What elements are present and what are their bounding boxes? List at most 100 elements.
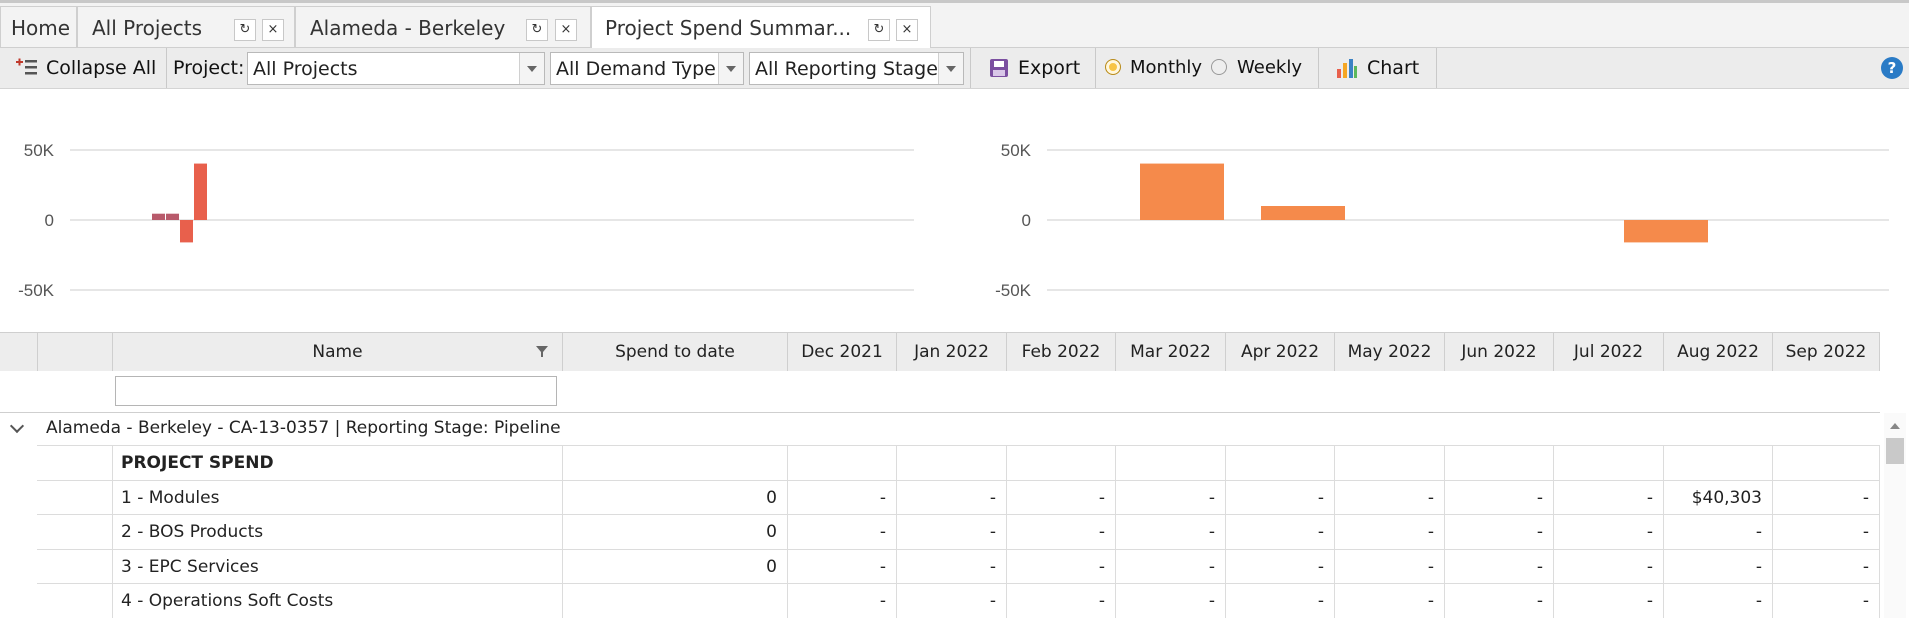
row-month-cell: - [1335,549,1445,584]
header-aug-2022[interactable]: Aug 2022 [1664,333,1773,371]
close-icon[interactable]: × [896,19,918,41]
header-jul-2022[interactable]: Jul 2022 [1554,333,1664,371]
chart-label: Chart [1367,57,1420,79]
weekly-radio[interactable] [1211,59,1227,75]
header-name[interactable]: Name [113,333,563,371]
row-month-cell: - [1664,515,1773,549]
tab-label: Home [11,16,71,40]
chevron-down-icon[interactable] [938,53,963,84]
header-mar-2022[interactable]: Mar 2022 [1116,333,1226,371]
filter-icon[interactable] [536,346,548,358]
header-jun-2022[interactable]: Jun 2022 [1445,333,1554,371]
row-month-cell: - [1007,480,1116,515]
close-icon[interactable]: × [555,19,577,41]
row-month-cell: - [1007,515,1116,549]
row-spend-cell [563,584,788,618]
spend-chart-left: 50K 0 -50K [18,141,914,300]
row-month-cell: - [1773,515,1880,549]
row-month-cell: - [897,549,1007,584]
row-month-cell [1554,446,1664,480]
bar[interactable] [152,213,165,220]
group-row[interactable]: Alameda - Berkeley - CA-13-0357 | Report… [0,413,1880,445]
header-dec-2021[interactable]: Dec 2021 [788,333,897,371]
row-name-cell: 4 - Operations Soft Costs [113,584,563,618]
save-disk-icon [990,59,1008,77]
row-spend-cell [563,446,788,480]
table-row[interactable]: 3 - EPC Services 0- - - - - - - - - - [37,548,1880,584]
row-month-cell: - [1116,515,1226,549]
filter-row [0,371,1880,413]
monthly-label[interactable]: Monthly [1130,57,1202,78]
export-button[interactable]: Export [970,48,1096,88]
header-expand-column [0,333,38,371]
y-tick-label: -50K [995,281,1032,300]
bar[interactable] [1624,220,1708,243]
table-row[interactable]: PROJECT SPEND [37,445,1880,480]
row-spend-cell: 0 [563,480,788,515]
header-sep-2022[interactable]: Sep 2022 [1773,333,1880,371]
row-month-cell: - [1335,515,1445,549]
header-feb-2022[interactable]: Feb 2022 [1007,333,1116,371]
row-month-cell: - [1773,584,1880,618]
bar[interactable] [180,220,193,243]
header-jan-2022[interactable]: Jan 2022 [897,333,1007,371]
bar-chart-icon [1337,59,1357,78]
refresh-icon[interactable]: ↻ [868,19,890,41]
row-month-cell: - [1445,480,1554,515]
row-month-cell: - [1226,515,1335,549]
name-filter-input[interactable] [115,376,557,406]
tab-all-projects[interactable]: All Projects ↻ × [77,6,295,47]
bar[interactable] [1261,206,1345,220]
group-label: Alameda - Berkeley - CA-13-0357 | Report… [46,418,561,438]
chart-button[interactable]: Chart [1319,48,1437,88]
collapse-all-button[interactable]: Collapse All [0,48,167,88]
project-select[interactable]: All Projects [247,52,545,85]
refresh-icon[interactable]: ↻ [234,19,256,41]
bar[interactable] [194,163,207,220]
monthly-radio[interactable] [1105,59,1121,75]
y-tick-label: -50K [18,281,55,300]
toolbar: Collapse All Project: All Projects All D… [0,48,1909,89]
scroll-up-icon[interactable] [1890,423,1900,429]
vertical-scrollbar[interactable] [1884,413,1906,618]
row-month-cell: - [1664,584,1773,618]
table-row[interactable]: 2 - BOS Products 0- - - - - - - - - - [37,514,1880,549]
bar[interactable] [1140,163,1224,220]
reporting-stage-select[interactable]: All Reporting Stage [749,52,964,85]
bar[interactable] [166,213,179,220]
chevron-down-icon[interactable] [718,53,743,84]
demand-type-select[interactable]: All Demand Type [550,52,744,85]
tab-home[interactable]: Home [0,6,77,47]
row-name-cell: 2 - BOS Products [113,515,563,549]
row-blank-cell [37,446,113,480]
row-month-cell [1007,446,1116,480]
tab-project-spend-summary[interactable]: Project Spend Summar... ↻ × [591,6,931,50]
row-month-cell: - [788,480,897,515]
row-month-cell: - [1445,584,1554,618]
export-label: Export [1018,57,1081,79]
chevron-down-icon[interactable] [519,53,544,84]
row-month-cell: - [1226,549,1335,584]
table-row[interactable]: 4 - Operations Soft Costs - - - - - - - - - - [37,583,1880,618]
row-name-cell: 1 - Modules [113,480,563,515]
row-month-cell: - [1773,549,1880,584]
row-month-cell: - [897,584,1007,618]
header-may-2022[interactable]: May 2022 [1335,333,1445,371]
header-spend-to-date[interactable]: Spend to date [563,333,788,371]
weekly-label[interactable]: Weekly [1237,57,1302,78]
row-blank-cell [37,584,113,618]
row-blank-cell [37,515,113,549]
help-icon[interactable]: ? [1881,57,1903,79]
scrollbar-thumb[interactable] [1886,438,1904,464]
close-icon[interactable]: × [262,19,284,41]
y-tick-label: 50K [1001,141,1032,160]
header-apr-2022[interactable]: Apr 2022 [1226,333,1335,371]
chevron-down-icon[interactable] [9,418,25,434]
row-month-cell: - [1445,515,1554,549]
table-row[interactable]: 1 - Modules 0- - - - - - - - $40,303- [37,479,1880,515]
row-month-cell: - [897,515,1007,549]
tab-alameda-berkeley[interactable]: Alameda - Berkeley ↻ × [295,6,591,47]
refresh-icon[interactable]: ↻ [526,19,548,41]
row-month-cell: $40,303 [1664,480,1773,515]
row-month-cell [788,446,897,480]
